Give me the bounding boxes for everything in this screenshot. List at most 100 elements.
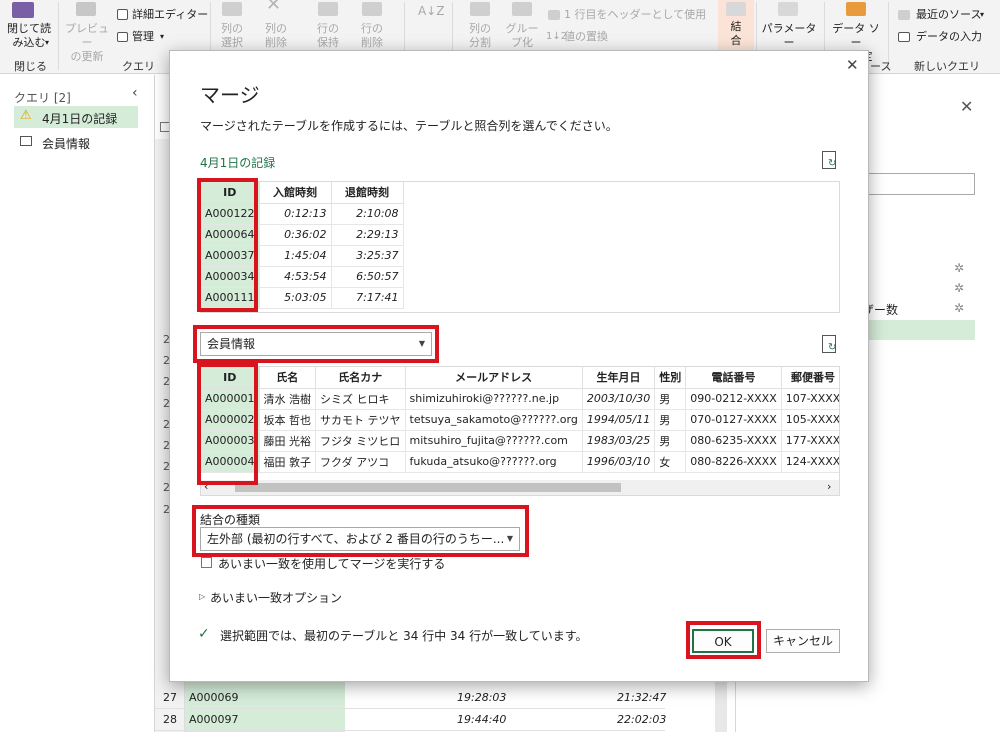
gear-icon[interactable]: ✲ [954,261,964,275]
scroll-thumb[interactable] [235,483,621,492]
cell: 1994/05/11 [582,409,656,431]
replace-values-button[interactable]: 値の置換 [564,30,608,44]
close-pane-icon[interactable]: ✕ [960,97,973,116]
dialog-instruction: マージされたテーブルを作成するには、テーブルと照合列を選んでください。 [200,119,618,133]
table2-header[interactable]: メールアドレス [405,367,583,389]
recent-sources-button[interactable]: 最近のソース [916,8,981,22]
close-load-arrow[interactable]: ▾ [42,36,52,50]
cell-exit: 6:50:57 [331,266,404,288]
remove-columns-icon: ✕ [266,0,282,15]
cell-entry: 5:03:05 [259,287,332,309]
fuzzy-options-toggle[interactable]: あいまい一致オプション [210,589,342,606]
cell: mitsuhiro_fujita@??????.com [405,430,583,452]
row-time-in: 19:44:40 [457,713,507,726]
cell-exit: 2:10:08 [331,203,404,225]
grid-row: 28 A000097 19:44:40 22:02:03 [155,709,667,731]
queries-header: クエリ [2] [14,91,71,105]
merge-dialog: ✕ マージ マージされたテーブルを作成するには、テーブルと照合列を選んでください… [169,50,869,682]
close-load-icon [12,2,34,18]
expand-icon[interactable]: ▷ [199,592,205,601]
cell: シミズ ヒロキ [315,388,406,410]
keep-rows-icon [318,2,338,16]
separator [58,2,59,70]
warning-icon: ⚠ [20,108,32,123]
use-first-row-icon [548,10,560,20]
advanced-editor-button[interactable]: 詳細エディター [132,8,208,22]
select-columns-button[interactable]: 列の 選択 [214,22,250,50]
cell: tetsuya_sakamoto@??????.org [405,409,583,431]
recent-sources-arrow[interactable]: ▾ [980,8,984,22]
fuzzy-checkbox[interactable] [201,557,212,568]
cell: フジタ ミツヒロ [315,430,406,452]
group-by-button[interactable]: グルー プ化 [503,22,541,50]
table-icon [20,136,32,146]
table2-header[interactable]: 氏名カナ [315,367,406,389]
enter-data-icon [898,32,910,42]
table1-name: 4月1日の記録 [200,156,276,170]
split-column-icon [470,2,490,16]
match-status: 選択範囲では、最初のテーブルと 34 行中 34 行が一致しています。 [220,629,588,643]
cell-entry: 1:45:04 [259,245,332,267]
cell-entry: 4:53:54 [259,266,332,288]
dialog-title: マージ [200,83,260,107]
query-item[interactable]: 会員情報 [14,131,138,153]
cell: 1983/03/25 [582,430,656,452]
combine-icon [726,2,746,16]
combine-button[interactable]: 結 合 [720,20,752,48]
cell: 070-0127-XXXX [685,409,782,431]
cell: 藤田 光裕 [259,430,317,452]
use-first-row-button[interactable]: 1 行目をヘッダーとして使用 [564,8,706,22]
cancel-button[interactable]: キャンセル [766,629,840,653]
table1-header-exit[interactable]: 退館時刻 [331,182,404,204]
group-label-new-query: 新しいクエリ [914,60,980,73]
keep-rows-button[interactable]: 行の 保持 [310,22,346,50]
horizontal-scrollbar[interactable]: ‹ › [201,480,839,495]
cell: 2003/10/30 [582,388,656,410]
dialog-close-button[interactable]: ✕ [846,56,859,74]
query-item-selected[interactable]: ⚠ 4月1日の記録 [14,106,138,128]
cell: 男 [654,409,687,431]
advanced-editor-icon [117,9,128,20]
manage-arrow[interactable]: ▾ [160,30,164,44]
grid-row: 27 A000069 19:28:03 21:32:47 [155,687,666,709]
preview-refresh-button[interactable]: プレビュー の更新 [62,22,112,64]
table2-header[interactable]: 氏名 [259,367,317,389]
query-item-label: 4月1日の記録 [42,112,118,126]
sort-icon[interactable]: A↓Z [418,4,444,18]
table2-row: A000002 坂本 哲也 サカモト テツヤ tetsuya_sakamoto@???… [201,409,839,431]
highlight-table2-id [197,363,258,485]
cell: 124-XXXX [781,451,839,473]
table2-header[interactable]: 生年月日 [582,367,656,389]
query-item-label: 会員情報 [42,137,91,151]
refresh-preview-icon[interactable]: ↻ [822,335,836,353]
gear-icon[interactable]: ✲ [954,301,964,315]
data-source-icon [846,2,866,16]
table2-header[interactable]: 性別 [654,367,687,389]
manage-button[interactable]: 管理 [132,30,154,44]
highlight-table2-select [193,325,439,363]
split-column-button[interactable]: 列の 分割 [462,22,498,50]
cell: フクダ アツコ [315,451,406,473]
scroll-right-icon[interactable]: › [827,480,831,493]
cell: 坂本 哲也 [259,409,317,431]
collapse-pane-icon[interactable]: ‹ [132,85,138,101]
remove-rows-button[interactable]: 行の 削除 [354,22,390,50]
cell: サカモト テツヤ [315,409,406,431]
cell: 090-0212-XXXX [685,388,782,410]
manage-params-icon [778,2,798,16]
cell-entry: 0:36:02 [259,224,332,246]
cell: 105-XXXX [781,409,839,431]
table1-header-entry[interactable]: 入館時刻 [259,182,332,204]
table2-header[interactable]: 郵便番号 [781,367,839,389]
gear-icon[interactable]: ✲ [954,281,964,295]
table2-header[interactable]: 電話番号 [685,367,782,389]
cell-exit: 7:17:41 [331,287,404,309]
enter-data-button[interactable]: データの入力 [916,30,982,44]
table2-grid: ID 氏名 氏名カナ メールアドレス 生年月日 性別 電話番号 郵便番号 A00… [201,367,839,473]
cell: 080-6235-XXXX [685,430,782,452]
cell: 男 [654,388,687,410]
cell: 1996/03/10 [582,451,656,473]
refresh-preview-icon[interactable]: ↻ [822,151,836,169]
row-time-out: 22:02:03 [617,713,667,726]
remove-columns-button[interactable]: 列の 削除 [258,22,294,50]
